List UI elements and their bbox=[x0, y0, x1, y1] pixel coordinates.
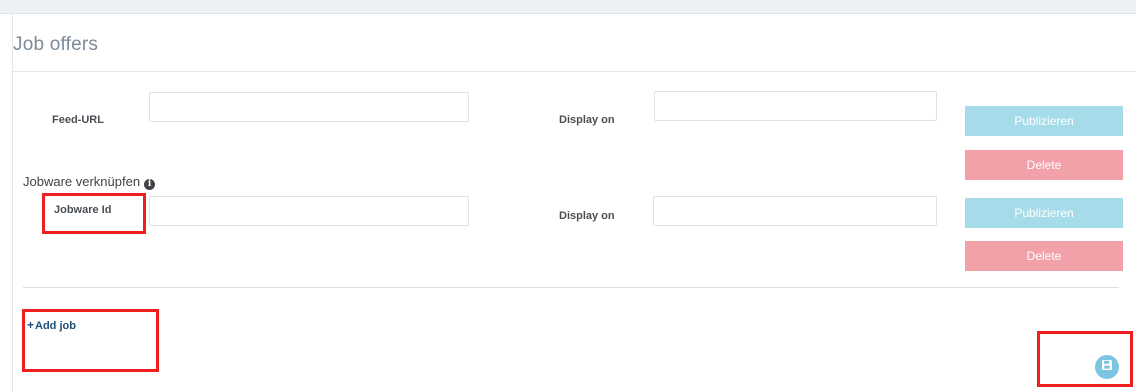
panel-header: Job offers bbox=[13, 14, 1136, 72]
info-icon[interactable]: i bbox=[144, 179, 156, 190]
feed-url-input[interactable] bbox=[149, 92, 469, 122]
jobware-id-input[interactable] bbox=[149, 196, 469, 226]
feed-url-label: Feed-URL bbox=[52, 114, 104, 126]
job-offers-panel: Job offers Feed-URL Display on Publizier… bbox=[12, 14, 1136, 392]
highlight-add-job bbox=[22, 309, 159, 372]
jobware-display-on-label: Display on bbox=[559, 210, 615, 222]
jobware-delete-button[interactable]: Delete bbox=[965, 241, 1123, 271]
page: Job offers Feed-URL Display on Publizier… bbox=[0, 0, 1136, 392]
jobware-section-label: Jobware verknüpfen bbox=[23, 174, 141, 189]
feed-display-on-label: Display on bbox=[559, 114, 615, 126]
highlight-save bbox=[1037, 331, 1133, 387]
top-strip bbox=[0, 0, 1136, 14]
highlight-jobware-id bbox=[42, 193, 146, 234]
feed-display-on-input[interactable] bbox=[654, 91, 937, 121]
jobware-display-on-input[interactable] bbox=[653, 196, 937, 226]
section-divider bbox=[23, 287, 1119, 288]
feed-delete-button[interactable]: Delete bbox=[965, 150, 1123, 180]
jobware-publish-button[interactable]: Publizieren bbox=[965, 198, 1123, 228]
jobware-section-title: Jobware verknüpfen i bbox=[23, 174, 156, 190]
feed-publish-button[interactable]: Publizieren bbox=[965, 106, 1123, 136]
panel-title: Job offers bbox=[13, 34, 99, 55]
